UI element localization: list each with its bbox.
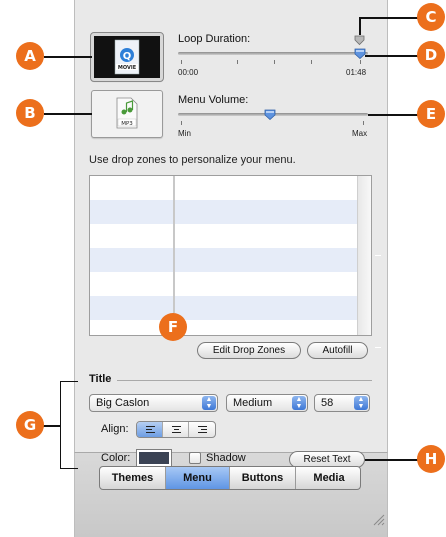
callout-e-leader	[368, 114, 420, 116]
drop-zones-scrollbar[interactable]	[357, 176, 371, 335]
section-divider	[117, 380, 372, 381]
title-section-heading: Title	[89, 373, 112, 385]
loop-tick	[311, 60, 312, 64]
callout-g-bracket	[60, 381, 78, 469]
align-label: Align:	[101, 423, 129, 435]
callout-g-leader	[42, 425, 61, 427]
drop-zone-row[interactable]	[90, 272, 358, 296]
resize-grip-icon[interactable]	[371, 512, 385, 526]
callout-h-leader	[365, 459, 420, 461]
alignment-control[interactable]	[136, 421, 216, 438]
font-size-value: 58	[321, 397, 334, 409]
autofill-button[interactable]: Autofill	[307, 342, 368, 359]
callout-g: G	[16, 411, 44, 439]
shadow-label: Shadow	[206, 452, 246, 464]
callout-f-leader	[173, 176, 175, 313]
shadow-checkbox[interactable]	[189, 452, 201, 464]
callout-b-leader	[44, 113, 92, 115]
loop-end-time: 01:48	[346, 68, 367, 77]
align-center-icon	[172, 426, 181, 435]
callout-c-leader	[359, 17, 361, 35]
popup-arrows-icon: ▲ ▼	[354, 396, 368, 410]
editor-tab-bar: Themes Menu Buttons Media	[99, 466, 361, 490]
loop-tick	[360, 60, 361, 64]
volume-tick	[363, 121, 364, 125]
volume-tick	[181, 121, 182, 125]
font-family-value: Big Caslon	[96, 397, 150, 409]
menu-volume-thumb[interactable]	[264, 109, 276, 120]
callout-d-leader	[365, 55, 420, 57]
popup-arrows-icon: ▲ ▼	[292, 396, 306, 410]
callout-a-leader	[44, 56, 92, 58]
drop-zone-row[interactable]	[90, 320, 358, 335]
loop-marker-icon[interactable]	[354, 35, 365, 46]
callout-f: F	[159, 313, 187, 341]
tab-media[interactable]: Media	[296, 467, 360, 489]
font-size-popup[interactable]: 58 ▲ ▼	[314, 394, 370, 412]
drop-zones-instructions: Use drop zones to personalize your menu.	[89, 154, 296, 166]
align-right-button[interactable]	[189, 422, 215, 437]
callout-e: E	[417, 100, 445, 128]
font-family-popup[interactable]: Big Caslon ▲ ▼	[89, 394, 218, 412]
drop-zone-row[interactable]	[90, 224, 358, 248]
loop-tick	[237, 60, 238, 64]
mp3-badge-text: MP3	[121, 121, 133, 127]
callout-a: A	[16, 42, 44, 70]
drop-zone-row[interactable]	[90, 176, 358, 200]
loop-duration-track[interactable]	[178, 52, 368, 55]
color-label: Color:	[101, 452, 131, 464]
svg-text:Q: Q	[123, 51, 132, 62]
menu-volume-label: Menu Volume:	[178, 94, 249, 106]
loop-video-well[interactable]: Q MOVIE	[90, 32, 164, 82]
movie-file-icon: Q MOVIE	[94, 36, 160, 78]
align-left-button[interactable]	[137, 422, 163, 437]
menu-audio-well[interactable]: MP3	[91, 90, 163, 138]
movie-badge-text: MOVIE	[118, 65, 137, 71]
align-center-button[interactable]	[163, 422, 189, 437]
drop-zones-list[interactable]	[89, 175, 372, 336]
tab-themes[interactable]: Themes	[100, 467, 166, 489]
callout-c-leader	[360, 17, 420, 19]
font-weight-value: Medium	[233, 397, 273, 409]
loop-start-time: 00:00	[178, 68, 199, 77]
callout-c: C	[417, 3, 445, 31]
loop-tick	[274, 60, 275, 64]
callout-d: D	[417, 41, 445, 69]
callout-b: B	[16, 99, 44, 127]
mp3-file-icon: MP3	[116, 97, 138, 129]
align-right-icon	[198, 426, 207, 435]
title-color-fill	[139, 452, 169, 464]
font-weight-popup[interactable]: Medium ▲ ▼	[226, 394, 308, 412]
callout-h: H	[417, 445, 445, 473]
volume-max-label: Max	[352, 129, 368, 138]
tab-menu[interactable]: Menu	[166, 467, 230, 489]
tab-buttons[interactable]: Buttons	[230, 467, 296, 489]
drop-zone-row[interactable]	[90, 200, 358, 224]
loop-tick	[181, 60, 182, 64]
drop-zone-row[interactable]	[90, 296, 358, 320]
loop-duration-thumb[interactable]	[354, 48, 366, 59]
splitter-mark	[375, 255, 381, 256]
volume-min-label: Min	[178, 129, 191, 138]
loop-duration-label: Loop Duration:	[178, 33, 251, 45]
drop-zone-row[interactable]	[90, 248, 358, 272]
title-color-well[interactable]	[136, 449, 172, 467]
popup-arrows-icon: ▲ ▼	[202, 396, 216, 410]
edit-drop-zones-button[interactable]: Edit Drop Zones	[197, 342, 301, 359]
splitter-mark	[375, 347, 381, 348]
align-left-icon	[146, 426, 155, 435]
